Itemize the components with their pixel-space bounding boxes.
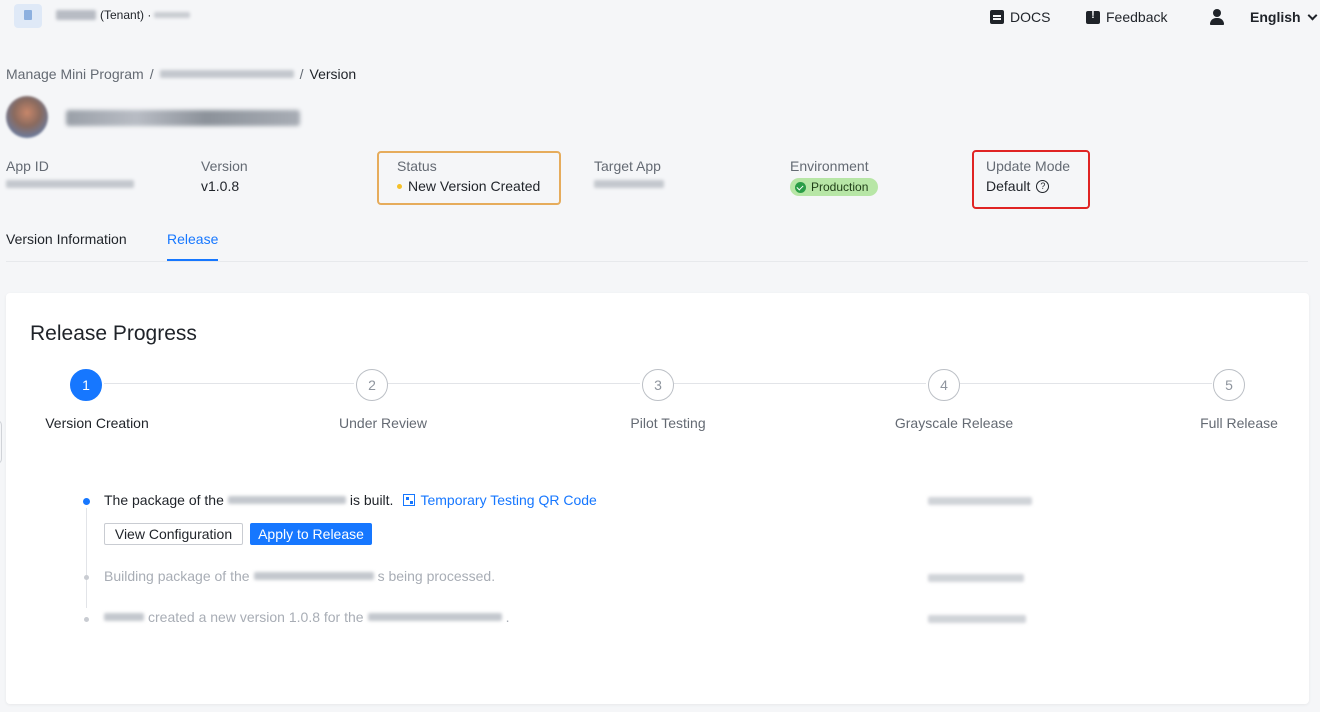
package-name-redacted (253, 572, 374, 580)
chevron-down-icon (1307, 10, 1318, 20)
qr-code-icon (403, 494, 416, 506)
timeline-item-built: The package of the is built. Temporary T… (104, 492, 597, 508)
built-text-prefix: The package of the (104, 492, 224, 508)
tab-version-information[interactable]: Version Information (6, 231, 127, 261)
step-1-circle: 1 (70, 369, 102, 401)
breadcrumb-manage-mini-program[interactable]: Manage Mini Program (6, 66, 144, 82)
update-mode-highlight-box (972, 150, 1090, 209)
docs-label: DOCS (1010, 9, 1051, 25)
step-5-circle: 5 (1213, 369, 1245, 401)
language-select[interactable]: English (1250, 9, 1318, 25)
user-icon (1210, 9, 1224, 25)
timeline-dot-active (83, 498, 90, 505)
package-name-redacted (227, 496, 346, 504)
timeline-item-created: created a new version 1.0.8 for the . (104, 609, 509, 625)
environment-field: Environment Production (790, 158, 879, 196)
building-text-suffix: s being processed. (377, 568, 496, 584)
document-icon (990, 10, 1004, 24)
timeline-item-building: Building package of the s being processe… (104, 568, 495, 584)
breadcrumb-app-redacted[interactable] (159, 70, 294, 78)
environment-badge: Production (790, 178, 879, 196)
feedback-icon (1086, 9, 1100, 24)
feedback-label: Feedback (1106, 9, 1168, 25)
app-name-redacted (367, 613, 502, 621)
check-circle-icon (795, 181, 806, 193)
created-suffix: . (505, 609, 510, 625)
created-text: created a new version 1.0.8 for the (148, 609, 364, 625)
tab-release[interactable]: Release (167, 231, 219, 261)
timeline-dot (84, 617, 89, 622)
language-label: English (1250, 9, 1301, 25)
docs-link[interactable]: DOCS (990, 9, 1050, 25)
step-connector (960, 383, 1212, 384)
tenant-logo-icon[interactable] (14, 4, 42, 28)
target-app-value-redacted (594, 180, 664, 188)
feedback-link[interactable]: Feedback (1086, 9, 1167, 25)
top-bar: (Tenant) · DOCS Feedback English (0, 0, 1320, 36)
user-name-redacted (104, 613, 144, 621)
environment-badge-text: Production (811, 180, 869, 194)
breadcrumb-separator: / (149, 66, 154, 82)
building-text-prefix: Building package of the (104, 568, 250, 584)
target-app-label: Target App (594, 158, 661, 174)
app-name-redacted (66, 110, 300, 126)
tab-bar: Version Information Release (6, 231, 1308, 262)
app-id-field: App ID (6, 158, 134, 193)
built-text-suffix: is built. (349, 492, 394, 508)
release-progress-title: Release Progress (30, 322, 197, 345)
timeline-dot (84, 575, 89, 580)
step-2-circle: 2 (356, 369, 388, 401)
breadcrumb: Manage Mini Program / / Version (6, 66, 356, 82)
temporary-testing-qr-link[interactable]: Temporary Testing QR Code (403, 492, 597, 508)
step-3-label: Pilot Testing (630, 415, 706, 431)
status-highlight-box (377, 151, 561, 205)
side-collapse-handle[interactable] (0, 420, 2, 464)
version-value: v1.0.8 (201, 178, 240, 194)
app-avatar (6, 96, 48, 138)
breadcrumb-current: Version (309, 66, 357, 82)
breadcrumb-separator: / (299, 66, 304, 82)
app-id-value-redacted (6, 180, 134, 188)
step-5-label: Full Release (1200, 415, 1278, 431)
step-4-label: Grayscale Release (894, 415, 1014, 431)
timestamp-redacted (928, 574, 1024, 582)
step-connector (674, 383, 926, 384)
target-app-field: Target App (594, 158, 664, 193)
user-avatar-button[interactable] (1210, 9, 1224, 25)
version-field: Version v1.0.8 (201, 158, 248, 194)
release-progress-card: Release Progress 1 2 3 4 5 Version Creat… (6, 293, 1309, 704)
tenant-label[interactable]: (Tenant) · (100, 8, 151, 22)
environment-label: Environment (790, 158, 869, 174)
step-2-label: Under Review (339, 415, 427, 431)
view-configuration-button[interactable]: View Configuration (104, 523, 243, 545)
step-connector (104, 383, 354, 384)
step-1-label: Version Creation (45, 415, 149, 431)
step-4-circle: 4 (928, 369, 960, 401)
timeline-line (86, 508, 87, 608)
qr-link-label: Temporary Testing QR Code (420, 492, 597, 508)
version-label: Version (201, 158, 248, 174)
app-id-label: App ID (6, 158, 49, 174)
step-3-circle: 3 (642, 369, 674, 401)
environment-value: Production (790, 178, 879, 196)
tenant-name-redacted (56, 10, 96, 20)
step-connector (388, 383, 640, 384)
apply-to-release-button[interactable]: Apply to Release (250, 523, 372, 545)
timestamp-redacted (928, 615, 1026, 623)
tenant-suffix-redacted (154, 12, 190, 18)
timestamp-redacted (928, 497, 1032, 505)
